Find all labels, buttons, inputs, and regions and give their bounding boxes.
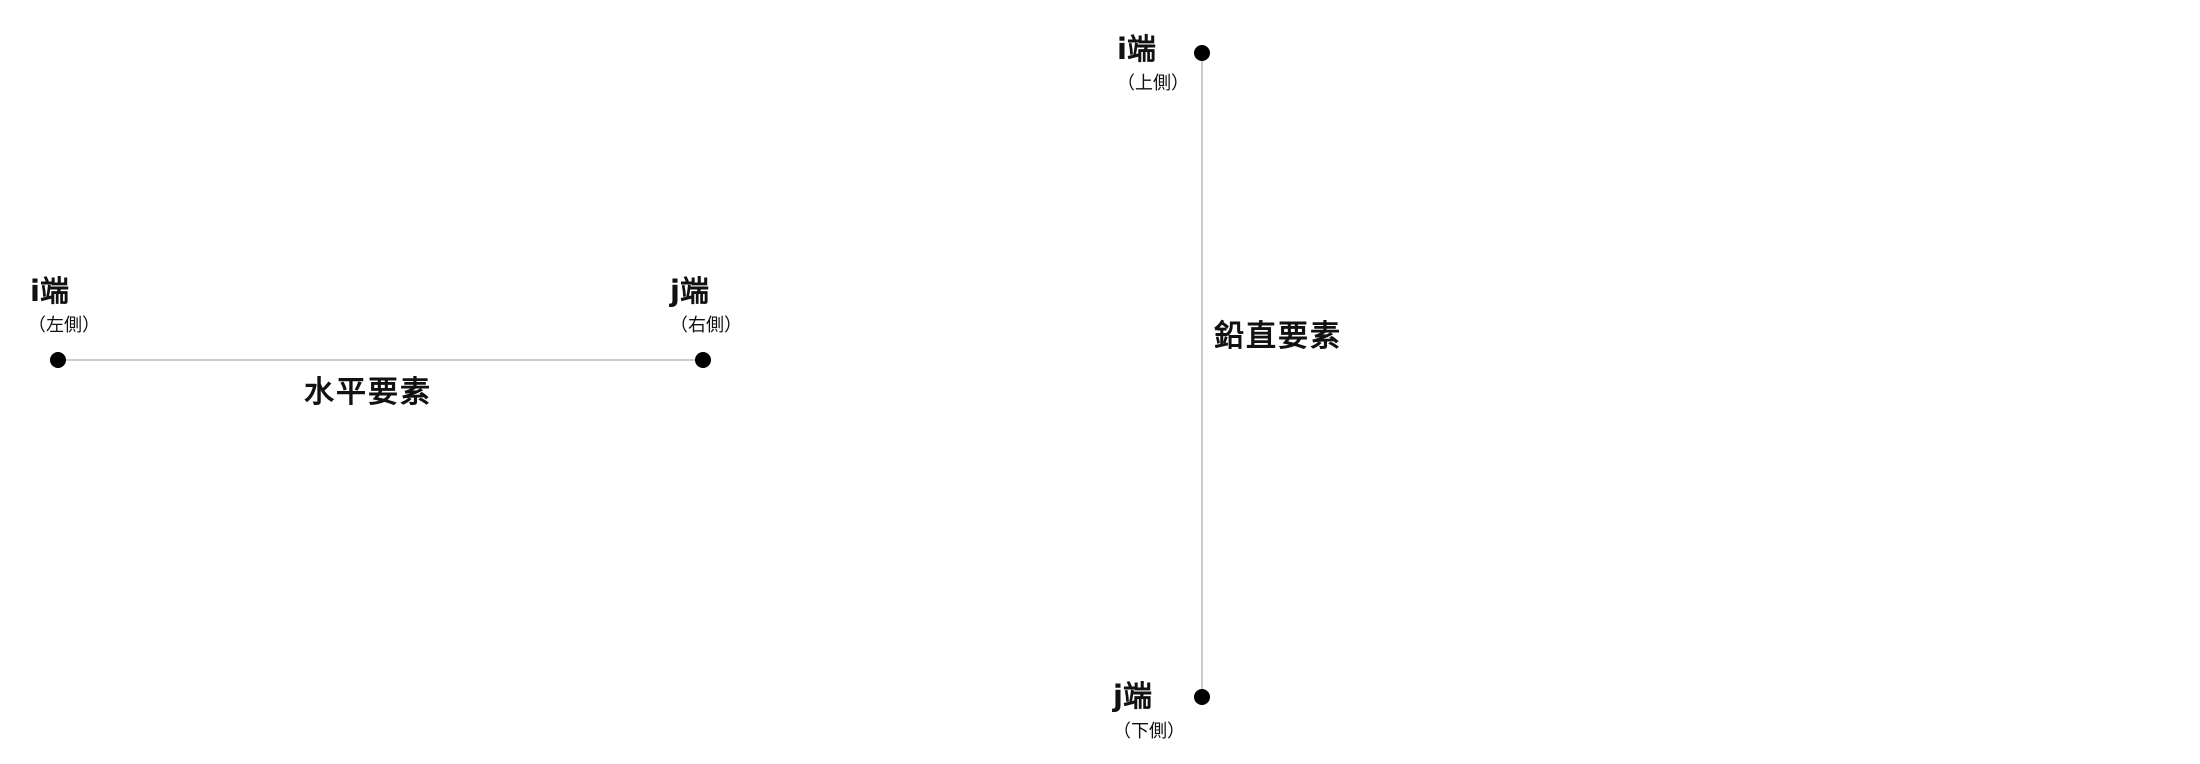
horizontal-i-end-label: i端 — [30, 274, 69, 308]
vertical-j-end-label: j端 — [1113, 679, 1152, 713]
vertical-i-side-label: （上側） — [1117, 73, 1189, 94]
vertical-element-name: 鉛直要素 — [1214, 319, 1342, 354]
horizontal-i-node — [50, 352, 66, 368]
horizontal-element-name: 水平要素 — [304, 375, 432, 410]
vertical-j-side-label: （下側） — [1113, 721, 1185, 742]
vertical-i-end-label: i端 — [1117, 32, 1156, 66]
horizontal-j-end-label: j端 — [670, 274, 709, 308]
horizontal-j-node — [695, 352, 711, 368]
horizontal-j-side-label: （右側） — [670, 315, 742, 336]
vertical-i-node — [1194, 45, 1210, 61]
vertical-j-node — [1194, 689, 1210, 705]
element-end-diagram: i端 （左側） j端 （右側） 水平要素 i端 （上側） 鉛直要素 j端 （下側… — [0, 0, 2200, 760]
horizontal-i-side-label: （左側） — [28, 315, 100, 336]
